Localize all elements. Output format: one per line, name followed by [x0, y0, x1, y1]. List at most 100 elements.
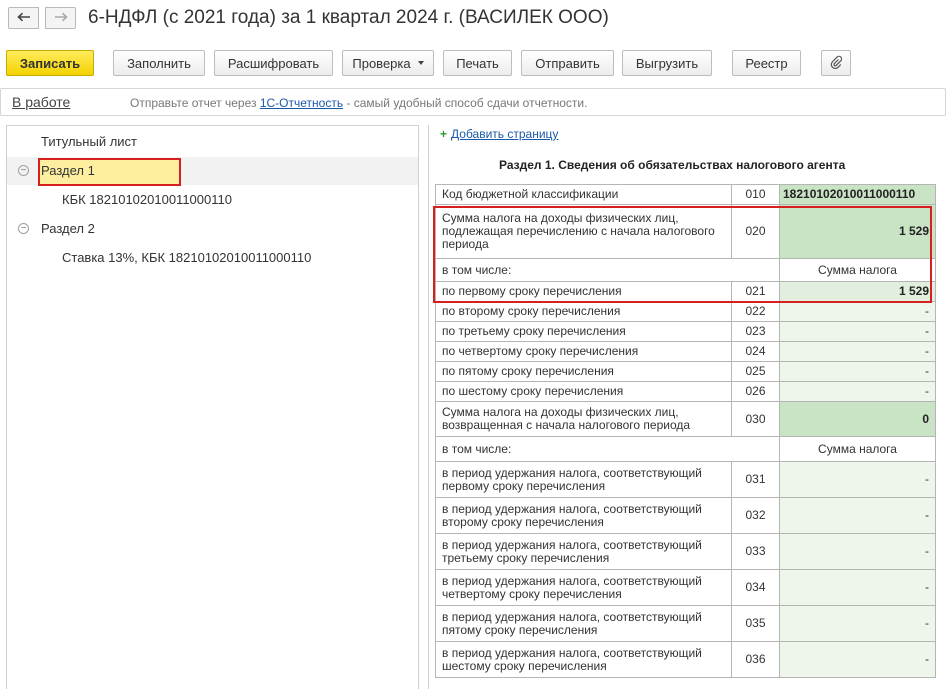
table-row: в период удержания налога, соответствующ… — [435, 497, 936, 534]
row-code: 036 — [731, 641, 780, 678]
value-field[interactable]: - — [779, 641, 936, 678]
section-1-table: Код бюджетной классификации 010 18210102… — [435, 184, 936, 678]
tree-item-label: КБК 18210102010011000110 — [62, 192, 232, 207]
row-label: Сумма налога на доходы физических лиц, п… — [435, 204, 732, 259]
decode-button[interactable]: Расшифровать — [214, 50, 333, 76]
tree-item-rate-13[interactable]: Ставка 13%, КБК 18210102010011000110 — [7, 244, 418, 272]
collapse-icon[interactable]: − — [18, 223, 29, 234]
value-field[interactable]: 1 529 — [779, 281, 936, 302]
send-button[interactable]: Отправить — [521, 50, 614, 76]
value-field[interactable]: - — [779, 301, 936, 322]
tax-returned-field[interactable]: 0 — [779, 401, 936, 437]
attach-button[interactable] — [821, 50, 851, 76]
forward-button[interactable] — [45, 7, 76, 29]
plus-icon: + — [440, 127, 448, 141]
row-code: 031 — [731, 461, 780, 498]
fill-button[interactable]: Заполнить — [113, 50, 205, 76]
check-dropdown-button[interactable]: Проверка — [342, 50, 434, 76]
row-code: 010 — [731, 184, 780, 205]
table-row: в период удержания налога, соответствующ… — [435, 533, 936, 570]
tree-item-kbk[interactable]: КБК 18210102010011000110 — [7, 186, 418, 214]
row-code: 035 — [731, 605, 780, 642]
tree-item-label: Ставка 13%, КБК 18210102010011000110 — [62, 250, 312, 265]
row-label: Код бюджетной классификации — [435, 184, 732, 205]
add-page-link[interactable]: + Добавить страницу — [440, 127, 558, 141]
value-field[interactable]: - — [779, 497, 936, 534]
row-label: Сумма налога на доходы физических лиц, в… — [435, 401, 732, 437]
tree-item-title-page[interactable]: Титульный лист — [7, 128, 418, 156]
value-field[interactable]: - — [779, 341, 936, 362]
table-row: Код бюджетной классификации 010 18210102… — [435, 184, 936, 205]
chevron-down-icon — [417, 61, 424, 65]
table-row: в период удержания налога, соответствующ… — [435, 641, 936, 678]
kbk-field[interactable]: 18210102010011000110 — [779, 184, 936, 205]
row-code: 020 — [731, 204, 780, 259]
table-row: в том числе: Сумма налога — [435, 258, 936, 282]
value-field[interactable]: - — [779, 381, 936, 402]
tree-item-section-2[interactable]: − Раздел 2 — [7, 215, 418, 243]
table-row: Сумма налога на доходы физических лиц, п… — [435, 204, 936, 259]
add-page-label: Добавить страницу — [451, 127, 559, 141]
row-code: 023 — [731, 321, 780, 342]
report-form: + Добавить страницу Раздел 1. Сведения об… — [428, 125, 948, 689]
arrow-right-icon — [54, 9, 68, 27]
save-button[interactable]: Записать — [6, 50, 94, 76]
sum-header: Сумма налога — [779, 436, 936, 462]
row-label: в период удержания налога, соответствующ… — [435, 605, 732, 642]
row-code: 030 — [731, 401, 780, 437]
table-row: по первому сроку перечисления 021 1 529 — [435, 281, 936, 302]
row-label: в период удержания налога, соответствующ… — [435, 461, 732, 498]
value-field[interactable]: - — [779, 461, 936, 498]
command-bar: Записать Заполнить Расшифровать Проверка… — [0, 50, 948, 78]
row-code: 026 — [731, 381, 780, 402]
table-row: в период удержания налога, соответствующ… — [435, 605, 936, 642]
sum-header: Сумма налога — [779, 258, 936, 282]
status-message-prefix: Отправьте отчет через — [130, 96, 260, 110]
registry-button[interactable]: Реестр — [732, 50, 801, 76]
tax-due-field[interactable]: 1 529 — [779, 204, 936, 259]
row-code: 034 — [731, 569, 780, 606]
table-row: в период удержания налога, соответствующ… — [435, 569, 936, 606]
including-label: в том числе: — [435, 258, 780, 282]
section-title: Раздел 1. Сведения об обязательствах нал… — [499, 158, 846, 172]
table-row: Сумма налога на доходы физических лиц, в… — [435, 401, 936, 437]
reporting-link[interactable]: 1С-Отчетность — [260, 96, 343, 110]
back-button[interactable] — [8, 7, 39, 29]
value-field[interactable]: - — [779, 569, 936, 606]
including-label: в том числе: — [435, 436, 780, 462]
value-field[interactable]: - — [779, 321, 936, 342]
paperclip-icon — [830, 55, 843, 72]
row-code: 033 — [731, 533, 780, 570]
row-label: в период удержания налога, соответствующ… — [435, 533, 732, 570]
table-row: по второму сроку перечисления 022 - — [435, 301, 936, 322]
row-code: 025 — [731, 361, 780, 382]
collapse-icon[interactable]: − — [18, 165, 29, 176]
row-code: 032 — [731, 497, 780, 534]
status-state-link[interactable]: В работе — [12, 94, 70, 110]
export-button[interactable]: Выгрузить — [622, 50, 712, 76]
tree-item-label: Титульный лист — [41, 134, 138, 149]
row-label: в период удержания налога, соответствующ… — [435, 569, 732, 606]
print-button[interactable]: Печать — [443, 50, 512, 76]
value-field[interactable]: - — [779, 533, 936, 570]
row-label: по третьему сроку перечисления — [435, 321, 732, 342]
title-bar: 6-НДФЛ (с 2021 года) за 1 квартал 2024 г… — [0, 0, 948, 38]
row-code: 021 — [731, 281, 780, 302]
table-row: по третьему сроку перечисления 023 - — [435, 321, 936, 342]
value-field[interactable]: - — [779, 361, 936, 382]
row-label: по первому сроку перечисления — [435, 281, 732, 302]
table-row: по шестому сроку перечисления 026 - — [435, 381, 936, 402]
row-label: по второму сроку перечисления — [435, 301, 732, 322]
pane-splitter[interactable] — [421, 125, 428, 689]
table-row: в том числе: Сумма налога — [435, 436, 936, 462]
table-row: по четвертому сроку перечисления 024 - — [435, 341, 936, 362]
sections-tree: Титульный лист − Раздел 1 КБК 1821010201… — [6, 125, 419, 689]
table-row: по пятому сроку перечисления 025 - — [435, 361, 936, 382]
row-code: 024 — [731, 341, 780, 362]
tree-item-section-1[interactable]: − Раздел 1 — [7, 157, 418, 186]
value-field[interactable]: - — [779, 605, 936, 642]
tree-item-label: Раздел 2 — [41, 221, 95, 236]
tree-item-label: Раздел 1 — [41, 163, 95, 178]
row-label: в период удержания налога, соответствующ… — [435, 497, 732, 534]
status-message-suffix: - самый удобный способ сдачи отчетности. — [343, 96, 588, 110]
